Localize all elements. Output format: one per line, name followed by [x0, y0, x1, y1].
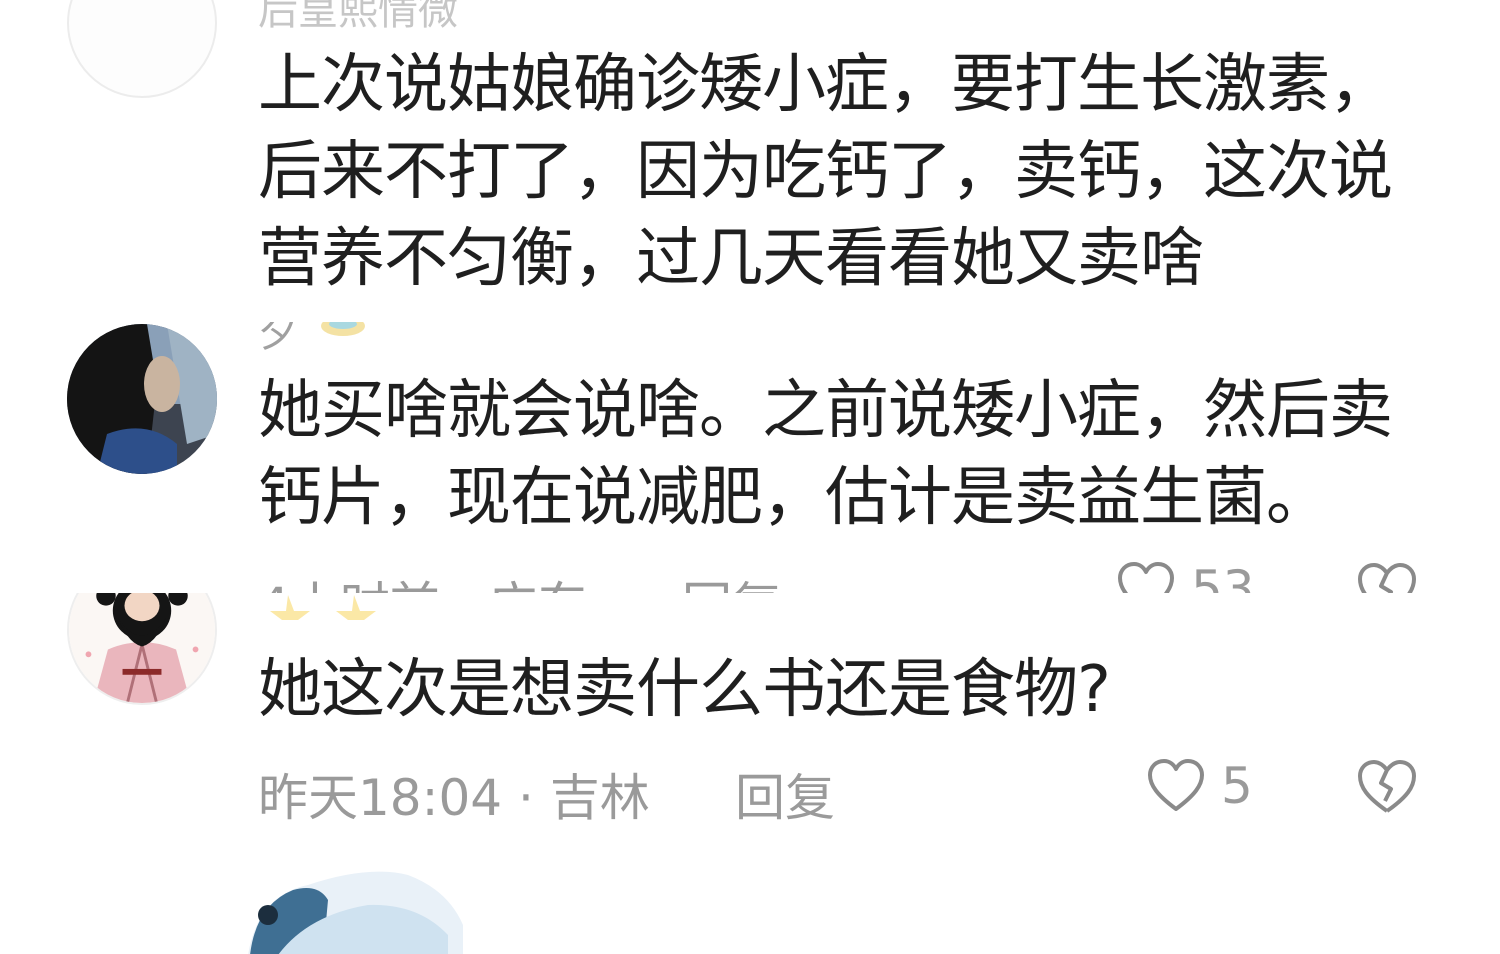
comment-meta: 4小时前 · 广东	[258, 566, 588, 593]
heart-icon	[1118, 562, 1174, 593]
comment-item: 她这次是想卖什么书还是食物? 昨天18:04 · 吉林 回复 5	[0, 593, 1500, 954]
level-badge-icon	[321, 322, 365, 336]
separator: ·	[518, 769, 534, 827]
like-count: 5	[1221, 757, 1253, 815]
next-avatar-image	[248, 871, 463, 954]
avatar[interactable]	[67, 0, 217, 98]
comment-meta: 昨天18:04 · 吉林	[258, 758, 650, 830]
comment-time: 昨天18:04	[258, 769, 503, 827]
reply-button[interactable]: 回复	[735, 758, 835, 830]
comment-text: 她这次是想卖什么书还是食物?	[258, 653, 1111, 727]
avatar[interactable]	[67, 593, 217, 705]
broken-heart-icon[interactable]	[1355, 560, 1419, 593]
star-badge-icon	[270, 595, 376, 620]
like-button[interactable]: 5	[1145, 757, 1253, 815]
avatar[interactable]	[67, 324, 217, 474]
comment-list: 后皇熙情微 上次说姑娘确诊矮小症，要打生长激素，后来不打了，因为吃钙了，卖钙，这…	[0, 0, 1500, 954]
comment-location: 吉林	[549, 769, 650, 827]
reply-button[interactable]: 回复	[682, 566, 782, 593]
comment-location: 广东	[488, 577, 588, 593]
comment-username[interactable]: 夕	[258, 322, 298, 358]
comment-time: 4小时前	[258, 577, 440, 593]
comment-item: 后皇熙情微 上次说姑娘确诊矮小症，要打生长激素，后来不打了，因为吃钙了，卖钙，这…	[0, 0, 1500, 322]
broken-heart-icon[interactable]	[1355, 757, 1419, 817]
comment-text: 她买啥就会说啥。之前说矮小症，然后卖钙片，现在说减肥，估计是卖益生菌。	[258, 374, 1393, 535]
comment-item: 夕 她买啥就会说啥。之前说矮小症，然后卖钙片，现在说减肥，估计是卖益生菌。 4小…	[0, 322, 1500, 593]
heart-icon	[1148, 759, 1204, 811]
comment-username[interactable]: 后皇熙情微	[258, 0, 458, 36]
separator: ·	[456, 577, 472, 593]
like-button[interactable]: 53	[1115, 560, 1255, 593]
like-count: 53	[1191, 560, 1255, 593]
comment-text: 上次说姑娘确诊矮小症，要打生长激素，后来不打了，因为吃钙了，卖钙，这次说营养不匀…	[258, 48, 1393, 296]
